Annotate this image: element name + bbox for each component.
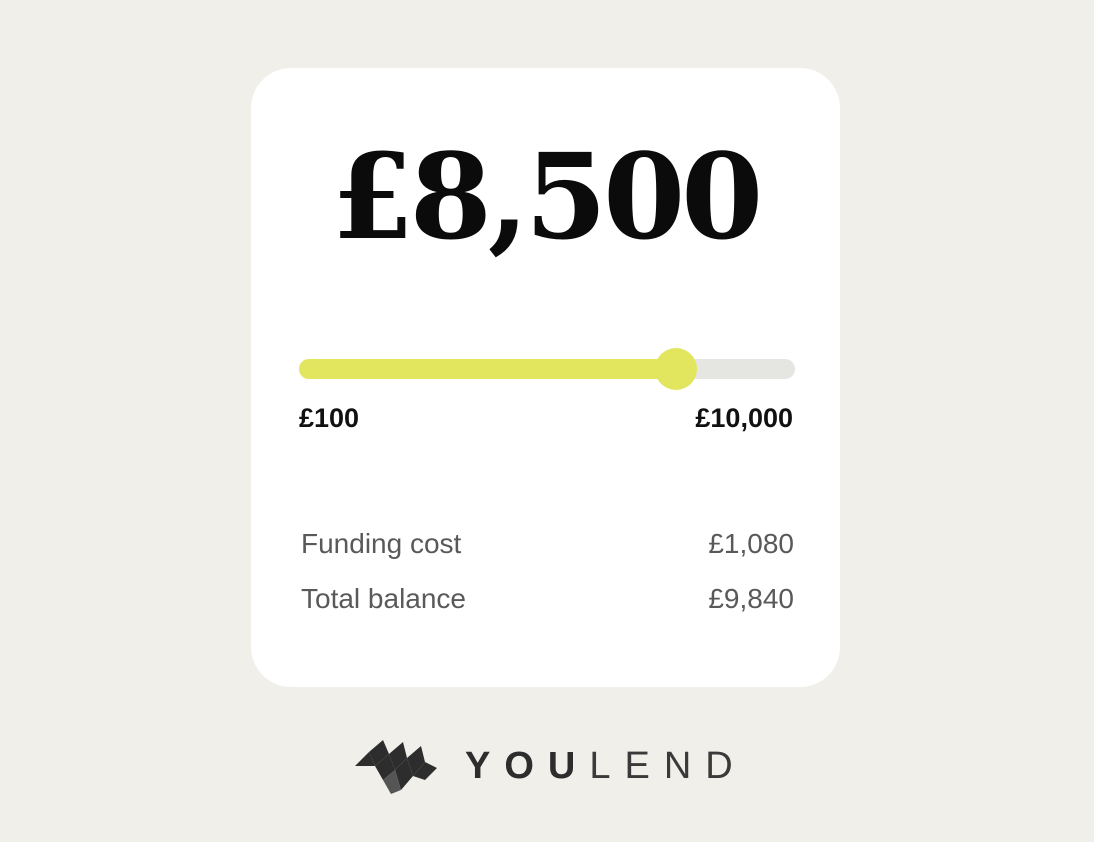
youlend-wordmark: YOULEND bbox=[465, 747, 747, 785]
brand-name-light: LEND bbox=[589, 745, 747, 787]
slider-fill bbox=[299, 359, 676, 379]
funding-cost-label: Funding cost bbox=[301, 528, 462, 559]
slider-max-label: £10,000 bbox=[695, 403, 793, 433]
slider-thumb[interactable] bbox=[654, 348, 697, 390]
brand-name-bold: YOU bbox=[465, 745, 590, 787]
amount-slider[interactable] bbox=[299, 348, 795, 390]
loan-amount: £8,500 bbox=[331, 127, 764, 266]
youlend-logo-mark-icon bbox=[355, 740, 437, 794]
total-balance-value: £9,840 bbox=[708, 583, 794, 614]
youlend-logo: YOULEND bbox=[355, 740, 755, 796]
slider-min-label: £100 bbox=[299, 403, 360, 433]
funding-cost-row: Funding cost £1,080 bbox=[301, 527, 794, 561]
total-balance-row: Total balance £9,840 bbox=[301, 582, 794, 616]
funding-cost-value: £1,080 bbox=[708, 528, 794, 559]
total-balance-label: Total balance bbox=[301, 583, 467, 614]
